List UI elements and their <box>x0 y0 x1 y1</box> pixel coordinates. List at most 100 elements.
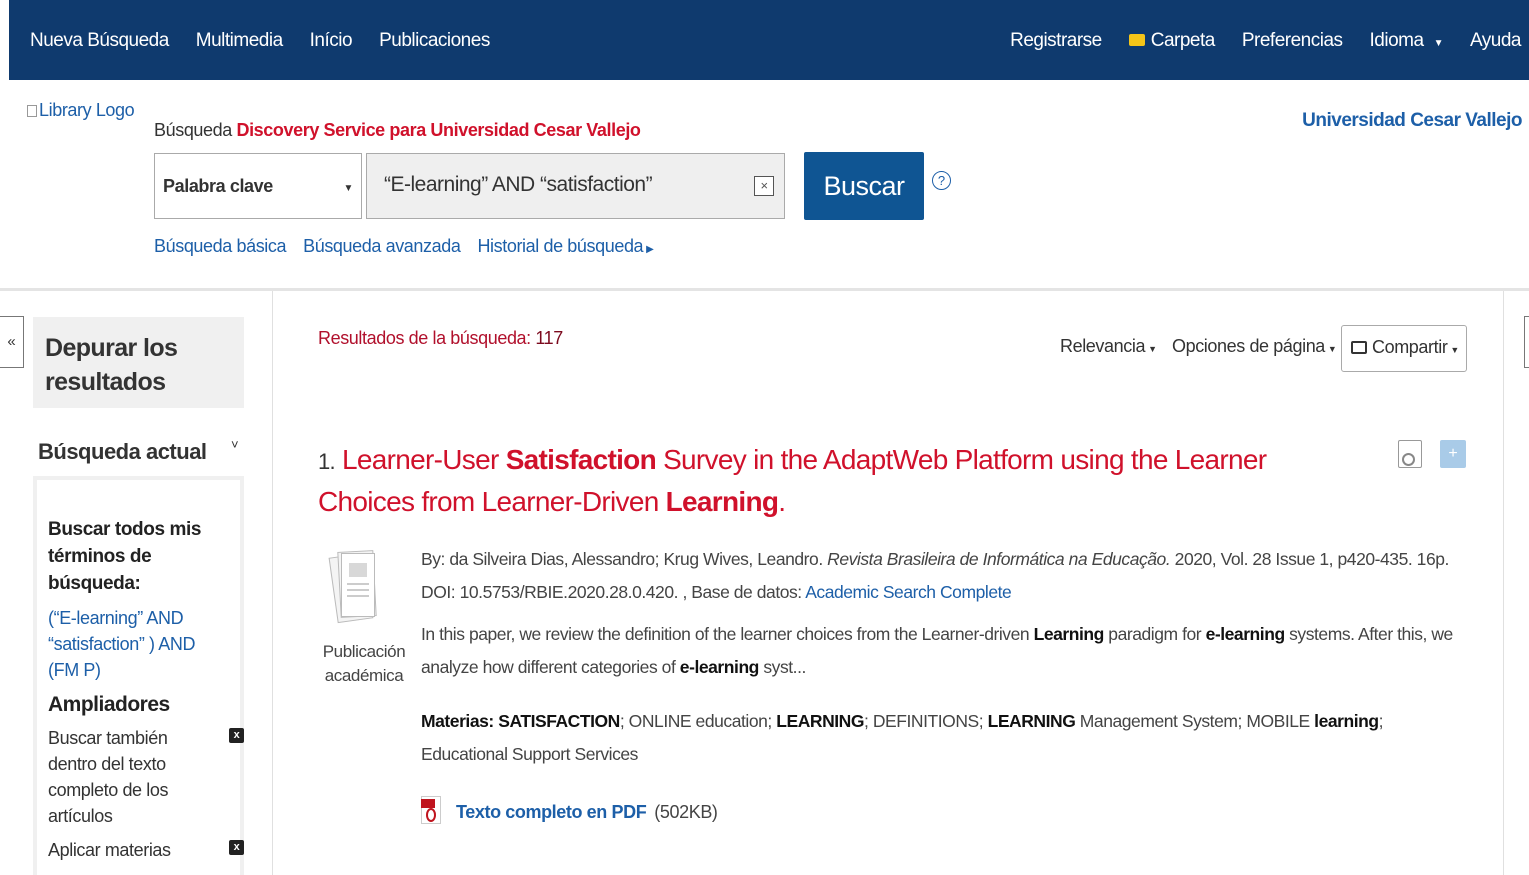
current-search-panel: Buscar todos mis términos de búsqueda: (… <box>33 476 244 875</box>
expander-label: Aplicar materias <box>48 840 171 860</box>
share-label: Compartir <box>1372 337 1448 357</box>
nav-new-search[interactable]: Nueva Búsqueda <box>30 30 169 52</box>
nav-folder-label: Carpeta <box>1150 30 1216 51</box>
expanders-heading: Ampliadores <box>48 693 170 716</box>
share-button[interactable]: Compartir ▼ <box>1341 325 1467 372</box>
search-mode-links: Búsqueda básica Búsqueda avanzada Histor… <box>154 236 654 257</box>
current-search-heading[interactable]: Búsqueda actual <box>38 439 207 465</box>
abstract-fragment: Learning <box>1033 624 1105 644</box>
expander-label: Buscar también dentro del texto completo… <box>48 728 169 826</box>
search-button[interactable]: Buscar <box>804 152 924 220</box>
all-terms-heading: Buscar todos mis términos de búsqueda: <box>48 519 202 594</box>
result-title[interactable]: 1. Learner-User Satisfaction Survey in t… <box>318 440 1328 522</box>
sort-dropdown[interactable]: Relevancia ▼ <box>1060 336 1157 357</box>
document-icon <box>328 549 377 627</box>
search-field-select[interactable]: Palabra clave ▼ <box>154 153 362 219</box>
abstract-fragment: paradigm for <box>1103 624 1206 644</box>
result-number: 1. <box>318 449 336 474</box>
caret-down-icon: ▼ <box>1327 344 1337 354</box>
abstract-fragment: e-learning <box>679 657 760 677</box>
search-input[interactable]: “E-learning” AND “satisfaction” × <box>366 153 785 219</box>
subjects-label: Materias: <box>421 711 494 731</box>
caret-down-icon: ▼ <box>1450 345 1459 355</box>
sort-label: Relevancia <box>1060 336 1146 356</box>
nav-help[interactable]: Ayuda <box>1470 30 1522 52</box>
basic-search-link[interactable]: Búsqueda básica <box>154 236 287 257</box>
search-history-label: Historial de búsqueda <box>477 236 644 256</box>
nav-register[interactable]: Registrarse <box>1010 30 1102 52</box>
nav-right-group: Registrarse Carpeta Preferencias Idioma ▼… <box>1010 30 1521 52</box>
caret-down-icon: ▼ <box>1148 344 1157 354</box>
result-journal: Revista Brasileira de Informática na Edu… <box>827 549 1171 569</box>
top-navbar: Nueva Búsqueda Multimedia Início Publica… <box>9 0 1529 80</box>
nav-preferences[interactable]: Preferencias <box>1242 30 1343 52</box>
subjects-list: SATISFACTION; ONLINE education; LEARNING… <box>421 711 1384 764</box>
right-column-divider <box>1503 291 1504 875</box>
pdf-full-text: Texto completo en PDF (502KB) <box>421 796 718 826</box>
title-fragment: Learning <box>665 486 779 517</box>
search-query-value: “E-learning” AND “satisfaction” <box>384 173 653 196</box>
subject-fragment: Management System; MOBILE <box>1075 711 1315 731</box>
nav-language[interactable]: Idioma ▼ <box>1370 30 1444 52</box>
title-fragment: . <box>778 486 786 517</box>
title-fragment: Satisfaction <box>505 444 657 475</box>
result-abstract: In this paper, we review the definition … <box>421 618 1461 684</box>
nav-home[interactable]: Início <box>310 30 353 52</box>
nav-folder[interactable]: Carpeta <box>1128 30 1216 52</box>
triangle-right-icon: ▶ <box>646 244 654 255</box>
title-fragment: Learner-User <box>342 444 506 475</box>
institution-name[interactable]: Universidad Cesar Vallejo <box>1302 110 1522 132</box>
subject-fragment: LEARNING <box>776 711 865 731</box>
nav-multimedia[interactable]: Multimedia <box>196 30 283 52</box>
help-icon[interactable]: ? <box>932 171 951 190</box>
expander-item: Buscar también dentro del texto completo… <box>48 725 244 829</box>
share-icon <box>1351 341 1367 354</box>
subject-fragment: LEARNING <box>987 711 1076 731</box>
chevron-down-icon[interactable]: ˅ <box>231 437 239 452</box>
search-prefix: Búsqueda <box>154 120 232 140</box>
page-options-label: Opciones de página <box>1172 336 1325 356</box>
result-subjects: Materias: SATISFACTION; ONLINE education… <box>421 705 1471 771</box>
remove-icon[interactable]: x <box>229 728 244 743</box>
abstract-fragment: syst... <box>758 657 806 677</box>
advanced-search-link[interactable]: Búsqueda avanzada <box>303 236 461 257</box>
expander-item: Aplicar materias x <box>48 837 244 863</box>
result-title-text: Learner-User Satisfaction Survey in the … <box>318 444 1267 517</box>
broken-image-icon <box>27 105 37 117</box>
nav-publications[interactable]: Publicaciones <box>379 30 490 52</box>
folder-icon <box>1128 34 1145 46</box>
pdf-size: (502KB) <box>654 802 718 822</box>
abstract-fragment: In this paper, we review the definition … <box>421 624 1034 644</box>
remove-icon[interactable]: x <box>229 840 244 855</box>
dropdown-caret-icon: ▼ <box>343 183 354 194</box>
search-caption: Búsqueda Discovery Service para Universi… <box>154 120 641 141</box>
search-history-link[interactable]: Historial de búsqueda ▶ <box>477 236 653 257</box>
current-query-link[interactable]: (“E-learning” AND “satisfaction” ) AND (… <box>48 605 228 683</box>
collapse-sidebar-icon[interactable]: « <box>0 316 24 368</box>
caret-down-icon: ▼ <box>1433 38 1444 49</box>
subject-fragment: SATISFACTION <box>498 711 620 731</box>
pdf-icon[interactable] <box>421 796 443 826</box>
refine-results-heading: Depurar los resultados <box>33 317 244 408</box>
clear-icon[interactable]: × <box>754 176 774 196</box>
database-link[interactable]: Academic Search Complete <box>805 582 1012 602</box>
results-count: Resultados de la búsqueda: 117 <box>318 328 563 349</box>
pdf-full-text-link[interactable]: Texto completo en PDF <box>456 802 647 822</box>
expand-right-panel-tab[interactable] <box>1524 316 1529 368</box>
subject-fragment: ; ONLINE education; <box>619 711 777 731</box>
results-count-value: 117 <box>535 328 563 348</box>
subject-fragment: ; DEFINITIONS; <box>864 711 988 731</box>
results-count-label: Resultados de la búsqueda: <box>318 328 531 348</box>
publication-type: Publicación académica <box>322 642 406 685</box>
result-authors: By: da Silveira Dias, Alessandro; Krug W… <box>421 549 823 569</box>
preview-icon[interactable] <box>1398 440 1422 468</box>
page-options-dropdown[interactable]: Opciones de página ▼ <box>1172 336 1337 357</box>
library-logo[interactable]: Library Logo <box>27 100 135 121</box>
search-service-name: Discovery Service para Universidad Cesar… <box>236 120 641 140</box>
result-metadata: By: da Silveira Dias, Alessandro; Krug W… <box>421 543 1461 609</box>
logo-alt-text: Library Logo <box>39 100 135 120</box>
nav-left-group: Nueva Búsqueda Multimedia Início Publica… <box>30 30 490 52</box>
sidebar-divider <box>272 291 273 875</box>
subject-fragment: learning <box>1314 711 1379 731</box>
add-to-folder-icon[interactable]: + <box>1440 440 1466 468</box>
